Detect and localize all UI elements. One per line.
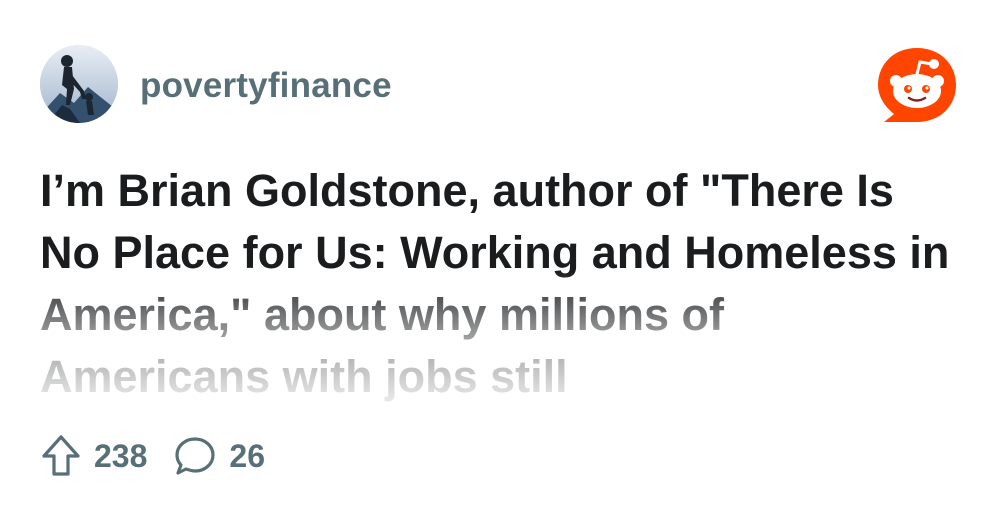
comments-button[interactable]: 26	[173, 434, 265, 478]
upvote-arrow-icon[interactable]	[40, 434, 82, 478]
reddit-logo-icon[interactable]	[874, 44, 960, 130]
post-header: povertyfinance	[40, 44, 960, 124]
subreddit-name[interactable]: povertyfinance	[140, 66, 392, 106]
avatar-image-icon	[40, 45, 118, 123]
subreddit-avatar[interactable]	[40, 45, 118, 123]
comment-bubble-icon[interactable]	[173, 434, 217, 478]
post-title[interactable]: I’m Brian Goldstone, author of "There Is…	[40, 160, 960, 408]
post-stats: 238 26	[40, 432, 265, 480]
post-card[interactable]: povertyfinance I’m Brian Goldstone, auth…	[0, 0, 1000, 521]
comment-count: 26	[229, 437, 265, 474]
upvote-button[interactable]: 238	[40, 434, 147, 478]
upvote-count: 238	[94, 437, 148, 474]
